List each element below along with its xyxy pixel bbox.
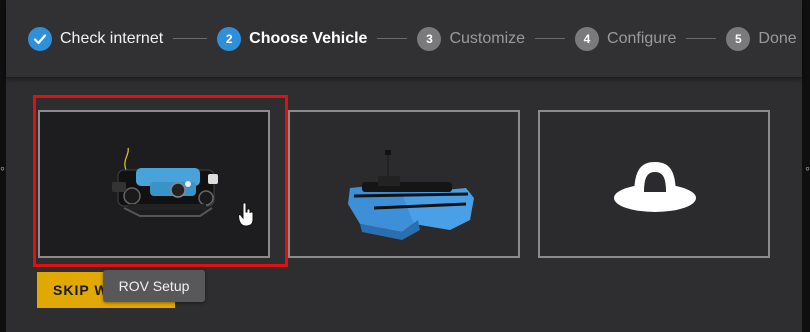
vehicle-card-boat[interactable]	[288, 110, 520, 258]
selection-highlight	[33, 95, 288, 267]
step-number: 5	[726, 26, 751, 51]
boat-vehicle-icon	[348, 150, 474, 240]
step-choose-vehicle: 2 Choose Vehicle	[217, 26, 368, 51]
step-customize: 3 Customize	[417, 26, 526, 51]
step-divider	[535, 38, 566, 39]
background-glyph-right: ◦	[805, 160, 810, 176]
step-label: Choose Vehicle	[249, 29, 368, 47]
step-number: 2	[217, 26, 242, 51]
hand-cursor-icon	[238, 202, 254, 227]
background-glyph-left: ◦	[0, 160, 5, 176]
step-configure: 4 Configure	[575, 26, 677, 51]
check-icon	[28, 26, 52, 51]
vehicle-card-generic[interactable]	[538, 110, 770, 258]
vehicle-tooltip: ROV Setup	[103, 270, 205, 302]
step-number: 3	[417, 26, 442, 51]
step-label: Done	[758, 29, 797, 47]
step-label: Check internet	[60, 29, 164, 47]
step-label: Customize	[449, 29, 526, 47]
step-label: Configure	[607, 29, 677, 47]
step-number: 4	[575, 26, 600, 51]
wizard-stepper: Check internet 2 Choose Vehicle 3 Custom…	[6, 0, 802, 78]
setup-wizard-dialog: Check internet 2 Choose Vehicle 3 Custom…	[6, 0, 802, 332]
step-divider	[377, 38, 408, 39]
generic-vehicle-icon	[614, 162, 696, 212]
step-check-internet: Check internet	[28, 26, 164, 51]
step-divider	[686, 38, 717, 39]
step-done: 5 Done	[726, 26, 797, 51]
step-divider	[173, 38, 208, 39]
